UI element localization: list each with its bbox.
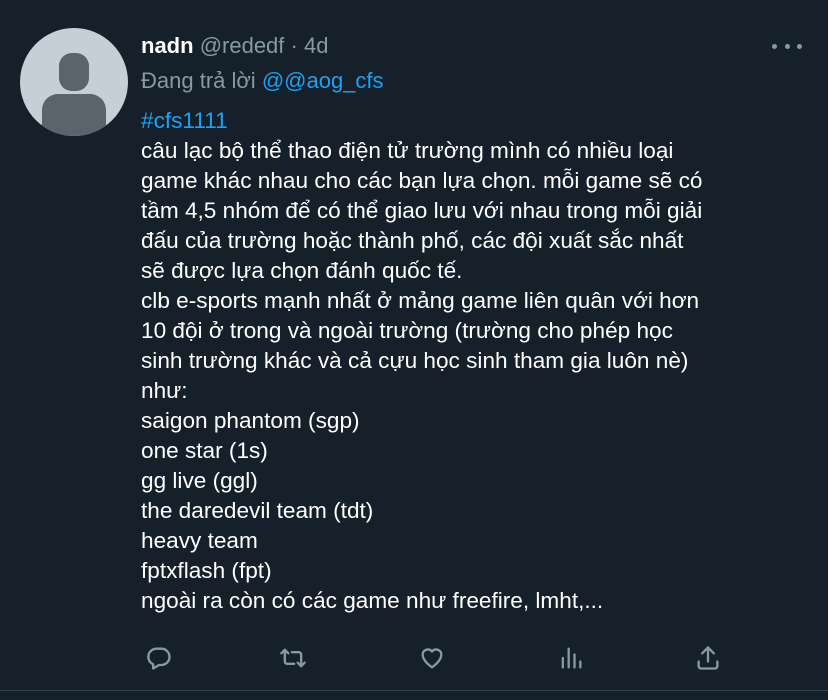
- reply-mention-link[interactable]: @@aog_cfs: [262, 68, 384, 93]
- tweet-line: saigon phantom (sgp): [141, 408, 360, 433]
- reply-button[interactable]: [141, 640, 177, 676]
- share-icon: [697, 646, 719, 670]
- avatar-body-shape: [42, 94, 106, 136]
- replying-to: Đang trả lời @@aog_cfs: [141, 66, 384, 96]
- tweet-line: ngoài ra còn có các game như freefire, l…: [141, 588, 604, 613]
- display-name[interactable]: nadn: [141, 33, 194, 58]
- avatar-head-shape: [59, 53, 89, 91]
- hashtag-link[interactable]: #cfs1111: [141, 106, 813, 136]
- tweet-line: clb e-sports mạnh nhất ở mảng game liên …: [141, 288, 700, 313]
- tweet-line: game khác nhau cho các bạn lựa chọn. mỗi…: [141, 168, 703, 193]
- tweet-line: one star (1s): [141, 438, 268, 463]
- tweet-line: đấu của trường hoặc thành phố, các đội x…: [141, 228, 684, 253]
- tweet-line: sẽ được lựa chọn đánh quốc tế.: [141, 258, 463, 283]
- like-button[interactable]: [414, 640, 450, 676]
- tweet-line: heavy team: [141, 528, 258, 553]
- tweet-text: #cfs1111 câu lạc bộ thể thao điện tử trư…: [141, 106, 813, 616]
- tweet-line: 10 đội ở trong và ngoài trường (trường c…: [141, 318, 673, 343]
- reply-icon: [147, 647, 171, 670]
- tweet-line: the daredevil team (tdt): [141, 498, 374, 523]
- tweet-line: sinh trường khác và cả cựu học sinh tham…: [141, 348, 689, 373]
- tweet[interactable]: nadn @rededf · 4d Đang trả lời @@aog_cfs…: [0, 0, 828, 700]
- tweet-actions: [141, 640, 731, 676]
- tweet-line: như:: [141, 378, 188, 403]
- analytics-button[interactable]: [553, 640, 589, 676]
- tweet-line: gg live (ggl): [141, 468, 258, 493]
- retweet-icon: [280, 648, 306, 668]
- user-handle[interactable]: @rededf: [200, 33, 285, 58]
- separator-dot: ·: [290, 33, 298, 58]
- tweet-header: nadn @rededf · 4d: [141, 31, 328, 61]
- replying-to-label: Đang trả lời: [141, 68, 256, 93]
- timestamp[interactable]: 4d: [304, 33, 328, 58]
- retweet-button[interactable]: [275, 640, 311, 676]
- tweet-line: câu lạc bộ thể thao điện tử trường mình …: [141, 138, 674, 163]
- avatar[interactable]: [20, 28, 128, 136]
- analytics-icon: [561, 647, 582, 669]
- tweet-line: tầm 4,5 nhóm để có thể giao lưu với nhau…: [141, 198, 703, 223]
- more-options-icon[interactable]: [772, 36, 802, 56]
- share-button[interactable]: [690, 640, 726, 676]
- divider: [0, 690, 828, 691]
- tweet-line: fptxflash (fpt): [141, 558, 272, 583]
- like-icon: [421, 648, 443, 669]
